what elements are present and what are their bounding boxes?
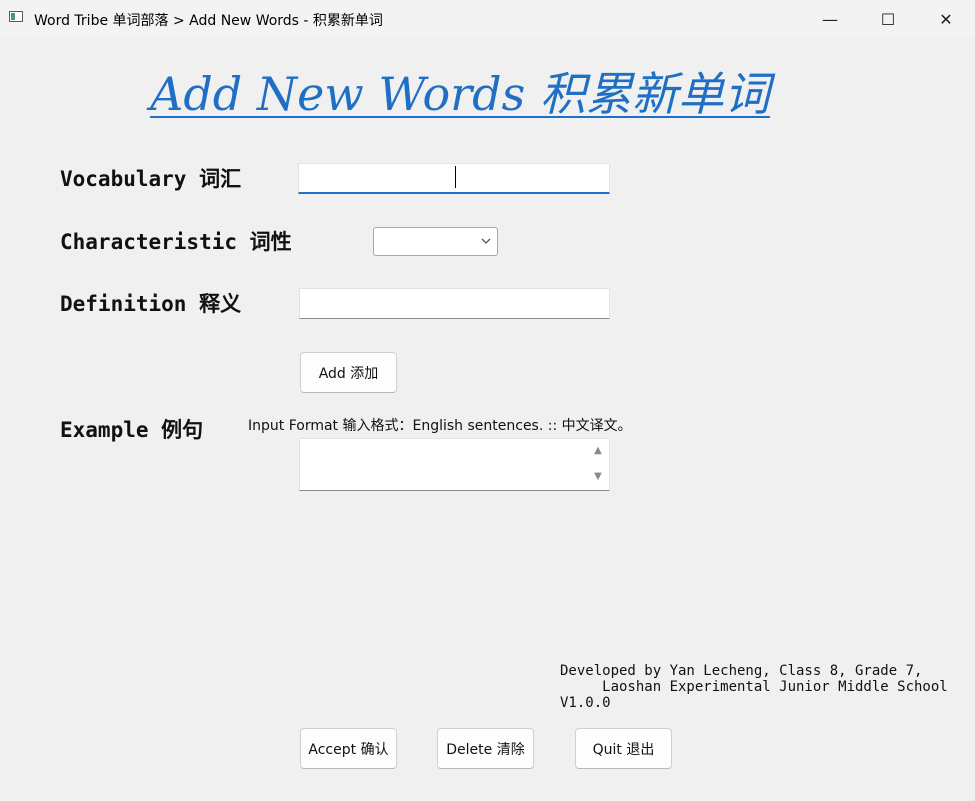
accept-button[interactable]: Accept 确认 (300, 728, 397, 769)
example-textarea[interactable]: ▲ ▼ (299, 438, 610, 491)
page-heading: Add New Words 积累新单词 (150, 67, 770, 121)
window-title: Word Tribe 单词部落 > Add New Words - 积累新单词 (34, 13, 383, 29)
minimize-button[interactable]: — (801, 0, 859, 38)
example-label: Example 例句 (60, 418, 204, 442)
triangle-up-icon[interactable]: ▲ (591, 445, 605, 457)
title-bar: Word Tribe 单词部落 > Add New Words - 积累新单词 … (0, 0, 975, 38)
vocabulary-label: Vocabulary 词汇 (60, 167, 242, 191)
close-button[interactable]: ✕ (917, 0, 975, 38)
quit-button[interactable]: Quit 退出 (575, 728, 672, 769)
characteristic-label: Characteristic 词性 (60, 230, 292, 254)
add-button[interactable]: Add 添加 (300, 352, 397, 393)
app-icon (9, 11, 23, 22)
minimize-icon: — (822, 9, 838, 29)
definition-label: Definition 释义 (60, 292, 242, 316)
delete-button[interactable]: Delete 清除 (437, 728, 534, 769)
close-icon: ✕ (939, 9, 953, 29)
triangle-down-icon[interactable]: ▼ (591, 471, 605, 483)
example-format-hint: Input Format 输入格式：English sentences. :: … (248, 418, 632, 434)
credits: Developed by Yan Lecheng, Class 8, Grade… (560, 663, 948, 711)
credits-line-2: Laoshan Experimental Junior Middle Schoo… (560, 679, 948, 695)
maximize-icon: ☐ (880, 9, 896, 29)
version-label: V1.0.0 (560, 695, 611, 711)
vocabulary-input[interactable] (298, 163, 610, 194)
characteristic-select[interactable] (373, 227, 498, 256)
definition-input[interactable] (299, 288, 610, 319)
chevron-down-icon (481, 234, 491, 248)
maximize-button[interactable]: ☐ (859, 0, 917, 38)
text-caret (455, 166, 456, 188)
credits-line-1: Developed by Yan Lecheng, Class 8, Grade… (560, 663, 923, 679)
